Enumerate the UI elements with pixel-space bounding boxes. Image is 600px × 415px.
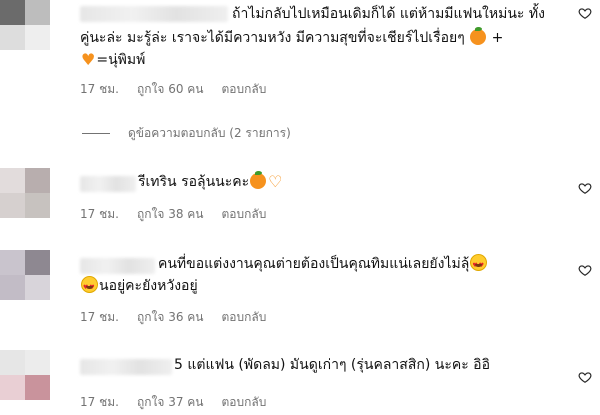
comment-2: รีเทริน รอลุ้นนะคะ ♡ 17 ชม. ถูกใจ 38 คน ตอบ… [0,168,600,228]
comment-1: ถ้าไม่กลับไปเหมือนเดิมก็ได้ แต่ห้ามมีแฟน… [0,0,600,100]
view-replies-button[interactable]: ดูข้อความตอบกลับ (2 รายการ) [82,124,291,143]
heart-outline-icon[interactable] [578,370,592,384]
tangerine-emoji-icon [470,27,487,45]
comment-meta: 17 ชม. ถูกใจ 36 คน ตอบกลับ [80,308,284,327]
avatar[interactable] [0,250,50,300]
reply-button[interactable]: ตอบกลับ [222,207,267,221]
reply-button[interactable]: ตอบกลับ [222,82,267,96]
comment-3: คนที่ขอแต่งงานคุณต่ายต้องเป็นคุณทิมแน่เล… [0,250,600,330]
likes-count[interactable]: ถูกใจ 36 คน [137,310,204,324]
orange-heart-icon: ♥ [81,50,96,69]
likes-count[interactable]: ถูกใจ 37 คน [137,395,204,409]
comment-meta: 17 ชม. ถูกใจ 60 คน ตอบกลับ [80,80,284,99]
orange-heart-icon: ♡ [268,172,283,191]
tangerine-emoji-icon [250,171,267,189]
comment-4: 5 แต่แฟน (พัดลม) มันดูเก่าๆ (รุ่นคลาสสิก… [0,350,600,415]
likes-count[interactable]: ถูกใจ 38 คน [137,207,204,221]
comment-text-line-2: คู่นะล่ะ มะรู้ล่ะ เราจะได้มีความหวัง มีค… [80,27,504,46]
avatar[interactable] [0,0,50,50]
username-blurred[interactable] [80,176,136,192]
username-blurred[interactable] [80,6,228,22]
avatar[interactable] [0,350,50,400]
view-replies-label: ดูข้อความตอบกลับ (2 รายการ) [128,126,291,140]
comment-text: คนที่ขอแต่งงานคุณต่ายต้องเป็นคุณทิมแน่เล… [158,254,488,276]
reply-button[interactable]: ตอบกลับ [222,310,267,324]
comment-time: 17 ชม. [80,82,119,96]
avatar[interactable] [0,168,50,218]
comment-text: รีเทริน รอลุ้นนะคะ ♡ [138,171,283,191]
comment-meta: 17 ชม. ถูกใจ 37 คน ตอบกลับ [80,393,284,412]
comment-time: 17 ชม. [80,395,119,409]
comment-text: ถ้าไม่กลับไปเหมือนเดิมก็ได้ แต่ห้ามมีแฟน… [232,6,545,22]
comment-text-line-3: ♥=นุ่พิมพ์ [81,50,146,69]
likes-count[interactable]: ถูกใจ 60 คน [137,82,204,96]
comment-text: 5 แต่แฟน (พัดลม) มันดูเก่าๆ (รุ่นคลาสสิก… [174,357,490,373]
divider-line [82,133,110,134]
heart-outline-icon[interactable] [578,6,592,20]
comment-meta: 17 ชม. ถูกใจ 38 คน ตอบกลับ [80,205,284,224]
heart-eyes-emoji-icon [81,276,98,298]
comment-text-line-2: นอยู่คะยังหวังอยู่ [80,276,198,298]
comment-time: 17 ชม. [80,207,119,221]
heart-eyes-emoji-icon [470,254,488,276]
comment-time: 17 ชม. [80,310,119,324]
username-blurred[interactable] [80,258,155,274]
heart-outline-icon[interactable] [578,181,592,195]
reply-button[interactable]: ตอบกลับ [222,395,267,409]
username-blurred[interactable] [80,359,172,375]
heart-outline-icon[interactable] [578,263,592,277]
